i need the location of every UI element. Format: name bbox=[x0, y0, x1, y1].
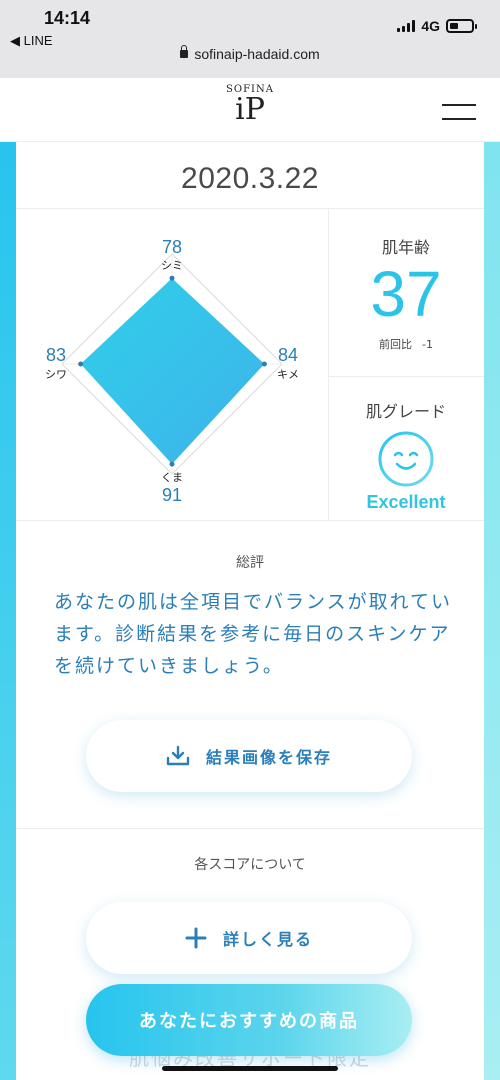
site-header: SOFINA iP bbox=[0, 78, 500, 142]
skin-age-diff: 前回比 -1 bbox=[328, 336, 484, 352]
result-date: 2020.3.22 bbox=[181, 162, 319, 195]
radar-label-left: シワ bbox=[45, 368, 67, 381]
radar-point-top bbox=[169, 275, 175, 281]
status-indicators: 4G bbox=[397, 18, 477, 34]
radar-area bbox=[80, 278, 265, 465]
radar-value-top: 78 bbox=[162, 237, 182, 257]
skin-age-diff-label: 前回比 bbox=[379, 338, 413, 351]
skin-grade-panel: 肌グレード Excellent bbox=[328, 376, 484, 520]
lock-icon bbox=[180, 45, 189, 58]
battery-icon bbox=[446, 19, 477, 33]
status-time: 14:14 bbox=[44, 8, 91, 28]
plus-icon bbox=[185, 927, 207, 949]
summary-text: あなたの肌は全項目でバランスが取れています。診断結果を参考に毎日のスキンケアを続… bbox=[54, 591, 453, 677]
skin-age-diff-value: -1 bbox=[422, 338, 433, 351]
signal-icon bbox=[397, 20, 416, 32]
radar-value-bottom: 91 bbox=[162, 485, 182, 505]
radar-value-right: 84 bbox=[278, 345, 298, 365]
side-gradient-right bbox=[484, 142, 500, 1080]
status-bar: 14:14 ◀ LINE 4G sofinaip-hadaid.com bbox=[0, 0, 500, 78]
divider bbox=[16, 828, 484, 829]
radar-point-right bbox=[261, 361, 267, 367]
save-image-label: 結果画像を保存 bbox=[205, 748, 332, 767]
radar-chart: 78 シミ 84 キメ くま 91 83 シワ bbox=[45, 237, 299, 505]
url-bar[interactable]: sofinaip-hadaid.com bbox=[0, 45, 500, 62]
skin-age-value: 37 bbox=[370, 258, 442, 330]
network-type: 4G bbox=[421, 18, 440, 34]
skin-age-label: 肌年齢 bbox=[381, 238, 430, 257]
download-icon bbox=[166, 745, 190, 766]
hamburger-menu-icon[interactable] bbox=[442, 102, 476, 122]
save-image-button[interactable]: 結果画像を保存 bbox=[86, 720, 412, 792]
radar-point-bottom bbox=[169, 461, 175, 467]
skin-grade-value: Excellent bbox=[366, 492, 446, 512]
side-gradient-left bbox=[0, 142, 16, 1080]
divider bbox=[16, 520, 484, 521]
see-details-button[interactable]: 詳しく見る bbox=[86, 902, 412, 974]
score-section-label: 各スコアについて bbox=[194, 857, 306, 873]
recommended-products-button[interactable]: あなたにおすすめの商品 bbox=[86, 984, 412, 1056]
radar-point-left bbox=[78, 361, 84, 367]
url-text: sofinaip-hadaid.com bbox=[194, 46, 320, 62]
home-indicator bbox=[162, 1066, 338, 1071]
summary-label: 総評 bbox=[236, 555, 264, 571]
skin-grade-label: 肌グレード bbox=[365, 402, 446, 421]
radar-label-top: シミ bbox=[161, 259, 183, 272]
smile-face-icon bbox=[378, 431, 434, 487]
result-card: 2020.3.22 78 シミ 84 キメ くま 91 83 シワ 肌年齢 37 bbox=[16, 142, 484, 1080]
radar-label-right: キメ bbox=[277, 368, 299, 381]
radar-value-left: 83 bbox=[46, 345, 66, 365]
logo-main: iP bbox=[235, 92, 265, 127]
skin-age-panel: 肌年齢 37 前回比 -1 bbox=[328, 208, 484, 376]
radar-label-bottom: くま bbox=[161, 471, 183, 484]
see-details-label: 詳しく見る bbox=[222, 930, 313, 949]
sofina-logo[interactable]: SOFINA iP bbox=[0, 84, 500, 125]
